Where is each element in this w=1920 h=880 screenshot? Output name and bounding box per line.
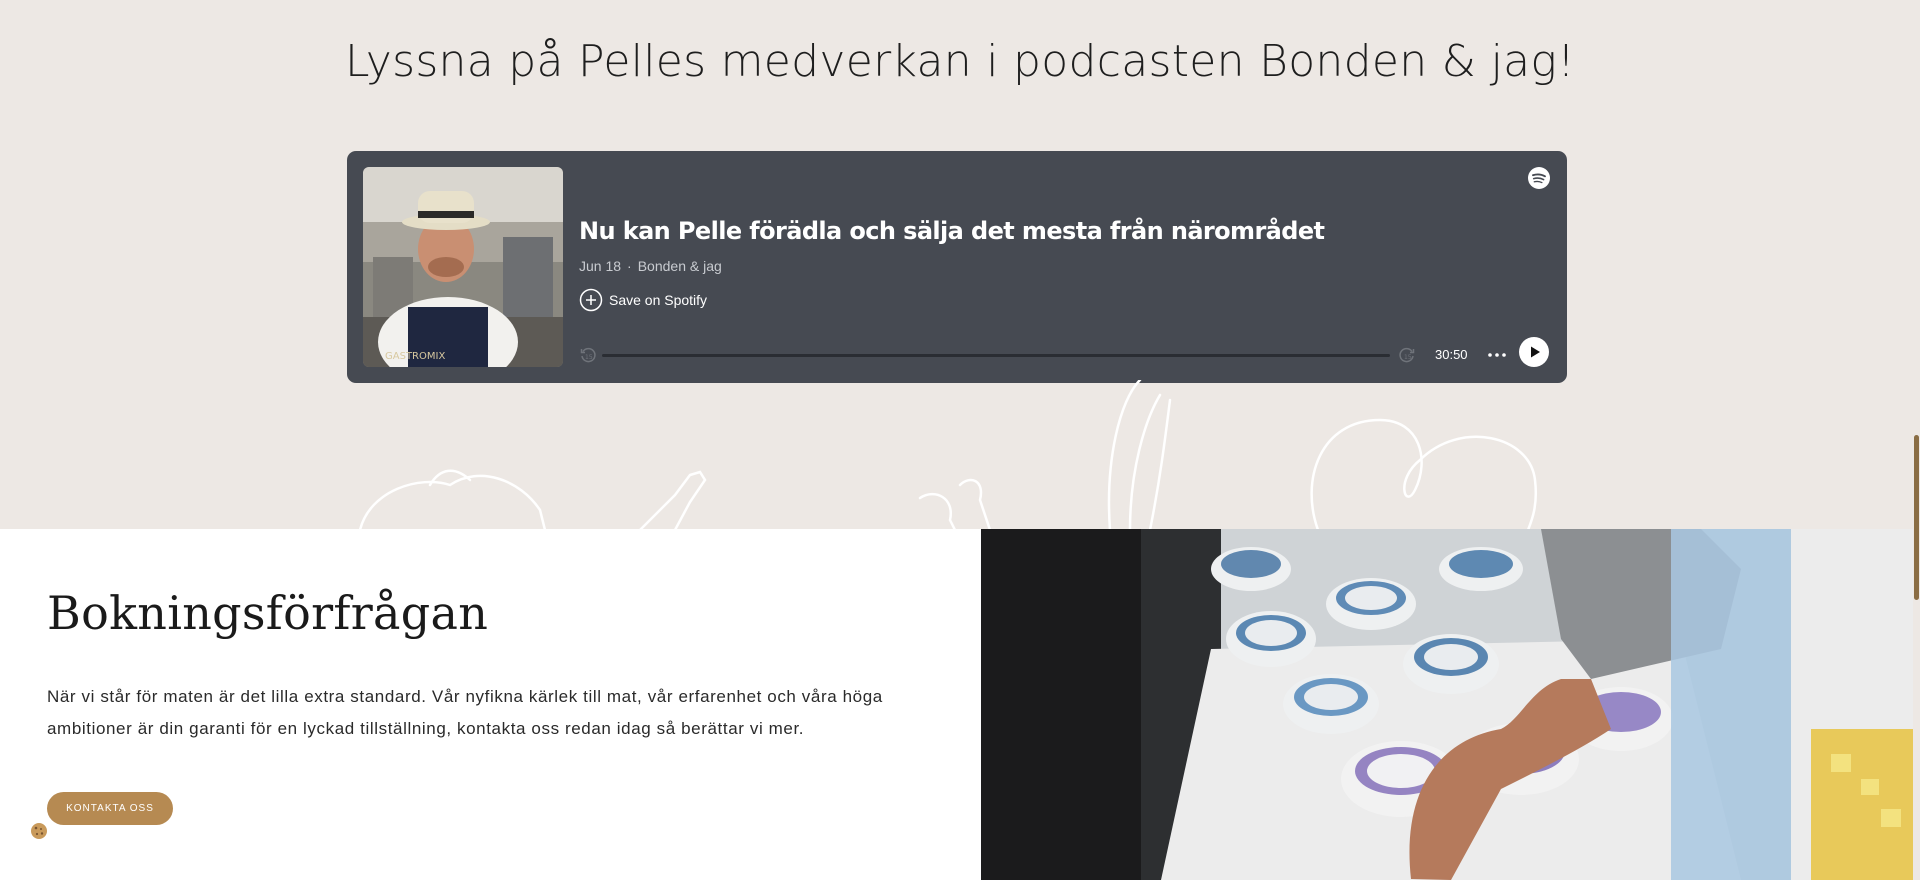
more-dots-icon[interactable] <box>1485 345 1509 365</box>
booking-title: Bokningsförfrågan <box>47 586 489 640</box>
podcast-section: Lyssna på Pelles medverkan i podcasten B… <box>0 0 1920 529</box>
skip-forward-15-icon[interactable]: 15 <box>1398 346 1416 364</box>
episode-title[interactable]: Nu kan Pelle förädla och sälja det mesta… <box>579 217 1325 245</box>
svg-text:15: 15 <box>585 354 593 361</box>
decorative-food-doodles <box>359 380 1537 529</box>
skip-back-15-icon[interactable]: 15 <box>579 346 597 364</box>
episode-duration: 30:50 <box>1435 347 1468 362</box>
episode-meta: Jun 18 · Bonden & jag <box>579 258 722 274</box>
progress-track[interactable] <box>602 354 1390 357</box>
play-icon <box>1531 346 1540 358</box>
cookie-icon[interactable] <box>30 822 48 840</box>
show-name[interactable]: Bonden & jag <box>638 258 722 274</box>
playback-controls: 15 15 30:50 <box>579 337 1549 371</box>
save-on-spotify-label: Save on Spotify <box>609 292 708 308</box>
save-on-spotify-button[interactable]: Save on Spotify <box>579 288 707 312</box>
add-circle-icon <box>579 288 603 312</box>
meta-separator: · <box>627 258 632 274</box>
booking-description: När vi står för maten är det lilla extra… <box>47 687 883 738</box>
spotify-embed-player: GASTROMIX Nu kan Pelle förädla och sälja… <box>347 151 1567 383</box>
booking-section: Bokningsförfrågan När vi står för maten … <box>0 529 981 880</box>
spotify-icon[interactable] <box>1527 166 1551 190</box>
play-button[interactable] <box>1519 337 1549 367</box>
svg-text:GASTROMIX: GASTROMIX <box>385 351 445 362</box>
episode-date: Jun 18 <box>579 258 622 274</box>
scrollbar-thumb[interactable] <box>1914 435 1919 600</box>
episode-cover-image: GASTROMIX <box>363 167 563 367</box>
cheese-photo <box>981 529 1915 880</box>
contact-us-button[interactable]: KONTAKTA OSS <box>47 792 173 825</box>
svg-text:15: 15 <box>1404 354 1412 361</box>
podcast-heading: Lyssna på Pelles medverkan i podcasten B… <box>344 36 1576 87</box>
